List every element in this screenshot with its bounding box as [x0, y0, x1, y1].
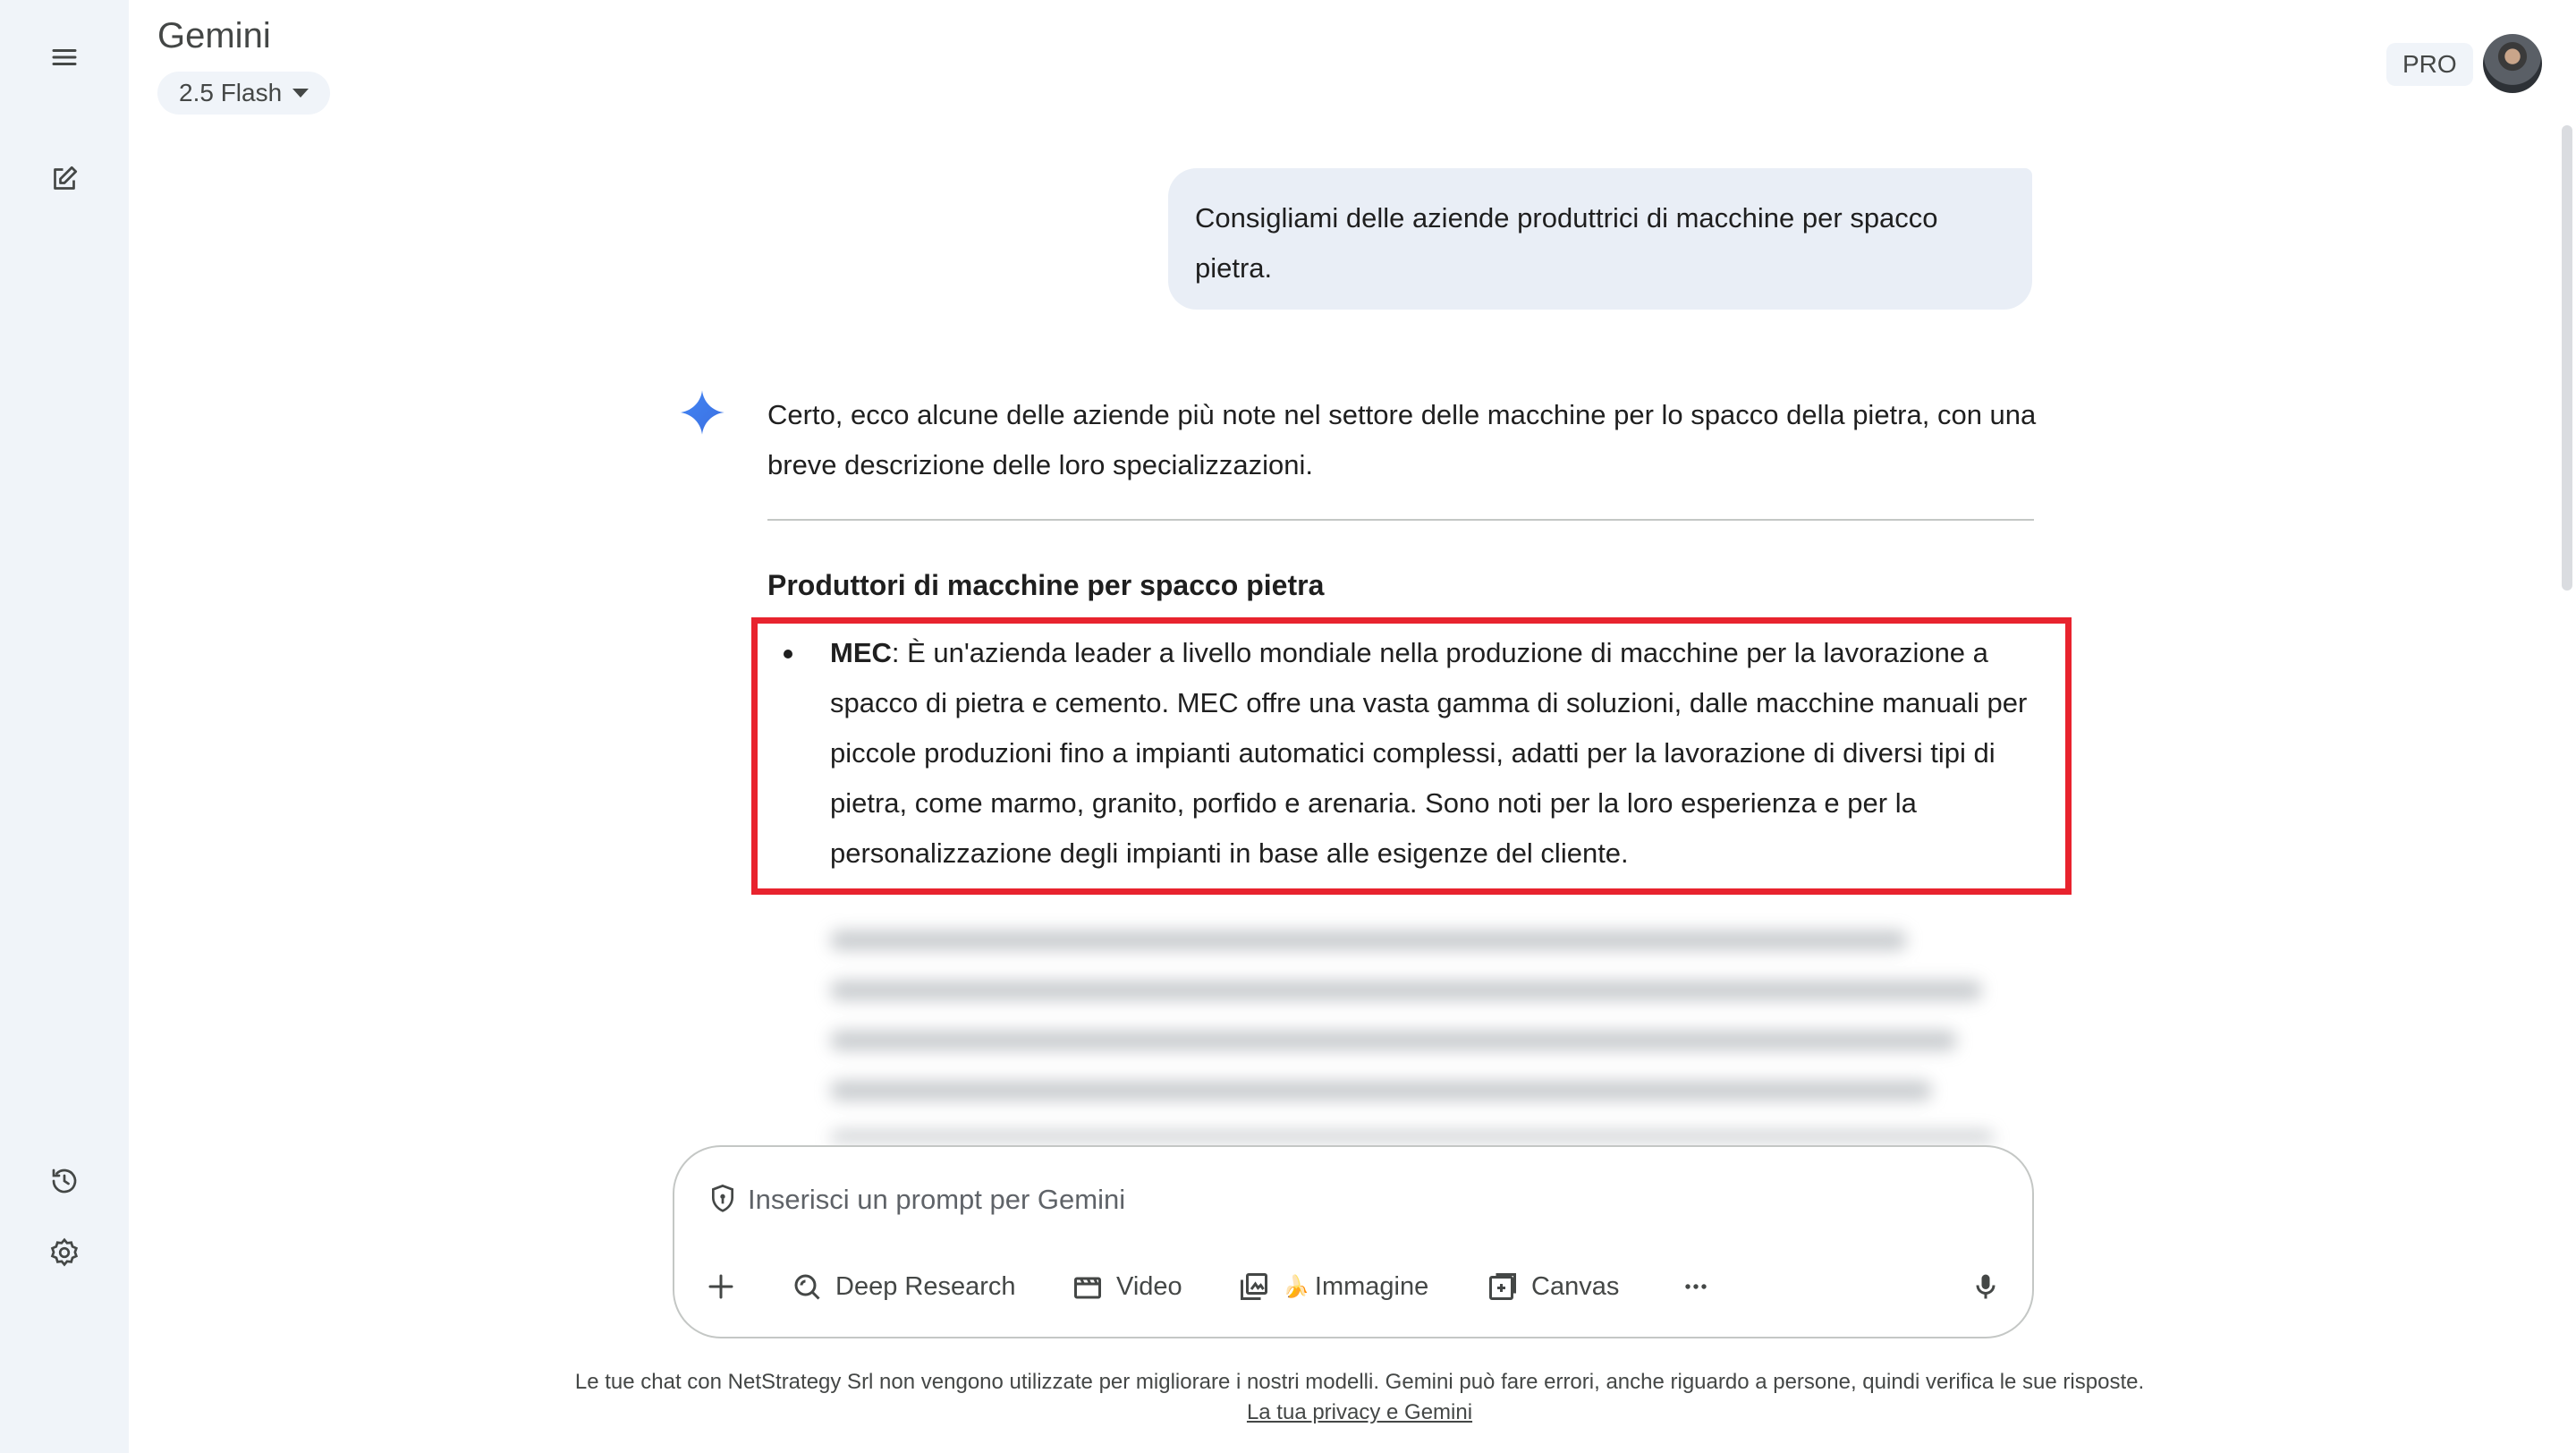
model-label: 2.5 Flash: [179, 79, 283, 106]
blurred-content: [784, 900, 2036, 1142]
banana-emoji: 🍌: [1283, 1274, 1309, 1299]
more-button[interactable]: [1680, 1260, 1712, 1313]
disclaimer-text: Le tue chat con NetStrategy Srl non veng…: [574, 1370, 2145, 1394]
scrollbar[interactable]: [2562, 125, 2572, 591]
plan-badge[interactable]: PRO: [2386, 43, 2473, 86]
shield-icon: [712, 1184, 733, 1212]
prompt-input[interactable]: [746, 1174, 1823, 1226]
divider: [767, 519, 2034, 521]
gemini-spark-icon: [680, 390, 724, 435]
mic-icon: [1976, 1274, 1996, 1299]
tool-label: Immagine: [1314, 1271, 1429, 1301]
app-title: Gemini: [157, 16, 271, 55]
disclaimer: Le tue chat con NetStrategy Srl non veng…: [572, 1367, 2147, 1428]
add-button[interactable]: [705, 1260, 737, 1313]
bullet: [784, 650, 792, 659]
deep-research-icon: [794, 1274, 820, 1300]
mic-button[interactable]: [1970, 1260, 2002, 1313]
canvas-button[interactable]: Canvas: [1487, 1260, 1619, 1313]
list-item: MEC: È un'azienda leader a livello mondi…: [784, 628, 2036, 879]
list-item-text: MEC: È un'azienda leader a livello mondi…: [830, 628, 2036, 879]
history-icon[interactable]: [38, 1154, 91, 1208]
canvas-icon: [1489, 1273, 1516, 1300]
tool-label: Video: [1116, 1271, 1182, 1301]
sidebar-rail: [0, 0, 129, 1453]
video-icon: [1074, 1277, 1101, 1299]
user-message: Consigliami delle aziende produttrici di…: [1168, 168, 2032, 310]
video-button[interactable]: Video: [1072, 1260, 1182, 1313]
plus-icon: [708, 1274, 733, 1299]
company-description: : È un'azienda leader a livello mondiale…: [830, 637, 2028, 869]
response-intro: Certo, ecco alcune delle aziende più not…: [767, 399, 2037, 480]
chevron-down-icon: [292, 89, 309, 98]
privacy-link[interactable]: La tua privacy e Gemini: [1247, 1400, 1472, 1424]
model-selector[interactable]: 2.5 Flash: [157, 72, 331, 115]
more-horiz-icon: [1685, 1284, 1707, 1289]
company-name: MEC: [830, 637, 892, 668]
image-button[interactable]: 🍌 Immagine: [1238, 1260, 1428, 1313]
tool-label: Canvas: [1531, 1271, 1620, 1301]
gear-icon[interactable]: [38, 1226, 91, 1279]
prompt-composer: Deep Research Video 🍌 Immagine Canvas: [673, 1145, 2034, 1338]
new-chat-icon[interactable]: [38, 152, 91, 206]
menu-icon[interactable]: [38, 30, 91, 84]
avatar[interactable]: [2483, 34, 2542, 93]
image-icon: [1241, 1273, 1267, 1300]
section-title: Produttori di macchine per spacco pietra: [767, 569, 1325, 601]
tool-label: Deep Research: [835, 1271, 1016, 1301]
deep-research-button[interactable]: Deep Research: [791, 1260, 1016, 1313]
